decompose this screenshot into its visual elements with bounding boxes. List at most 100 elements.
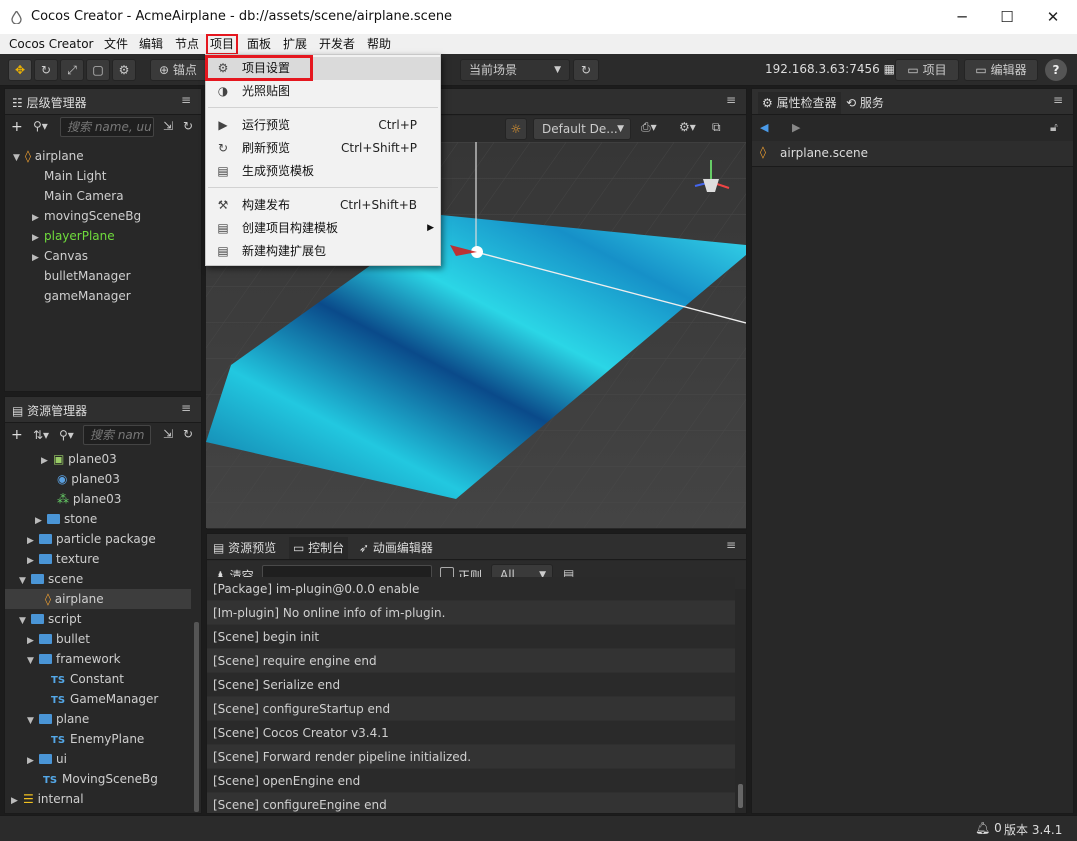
menu-edit[interactable]: 编辑 [137,36,165,53]
menu-item-build[interactable]: ⚒ 构建发布 Ctrl+Shift+B [206,194,440,217]
tab-animation-editor[interactable]: ➶ 动画编辑器 [359,539,433,557]
asset-plane03-material[interactable]: ◉ plane03 [5,469,201,489]
hierarchy-search-input[interactable]: 搜索 name, uu [60,117,154,137]
collapse-all-icon[interactable]: ⇲ [163,119,173,133]
refresh-icon[interactable]: ↻ [573,59,599,81]
notification-count[interactable]: 🔔︎ 0 [975,821,1002,835]
asset-script-enemyplane[interactable]: TS EnemyPlane [5,729,201,749]
sort-icon[interactable]: ⇅▾ [33,428,49,442]
asset-folder-particle-package[interactable]: ▶ particle package [5,529,201,549]
asset-folder-bullet[interactable]: ▶ bullet [5,629,201,649]
rect-tool-icon[interactable]: ▢ [86,59,110,81]
tree-node-bulletmanager[interactable]: bulletManager [5,266,201,286]
maximize-button[interactable]: ☐ [984,6,1030,30]
panel-menu-icon[interactable]: ≡ [726,538,736,552]
panel-menu-icon[interactable]: ≡ [181,93,191,107]
assets-scrollbar[interactable] [194,622,199,812]
menu-item-refresh-preview[interactable]: ↻ 刷新预览 Ctrl+Shift+P [206,137,440,160]
assets-icon: ▤ [12,404,24,418]
arrow-right-icon: ▶ [11,796,18,806]
camera-select[interactable]: Default De... ▼ [533,118,631,140]
inspector-file-name: airplane.scene [780,146,868,160]
tab-console[interactable]: ▭ 控制台 [289,537,349,559]
panel-menu-icon[interactable]: ≡ [1053,93,1063,107]
asset-script-gamemanager[interactable]: TS GameManager [5,689,201,709]
gizmo-camera-icon[interactable]: ⎙▾ [641,120,657,135]
asset-folder-ui[interactable]: ▶ ui [5,749,201,769]
move-tool-icon[interactable]: ✥ [8,59,32,81]
lighting-toggle-icon[interactable]: ☼ [505,118,527,140]
refresh-icon[interactable]: ↻ [183,119,193,133]
menu-item-new-build-extension[interactable]: ▤ 新建构建扩展包 [206,240,440,263]
tree-node-canvas[interactable]: ▶ Canvas [5,246,201,266]
menu-item-generate-preview-template[interactable]: ▤ 生成预览模板 [206,160,440,183]
menu-developer[interactable]: 开发者 [317,36,357,53]
menu-cocos-creator[interactable]: Cocos Creator [7,36,96,53]
folder-icon [39,554,52,564]
asset-folder-scene[interactable]: ▼ scene [5,569,201,589]
forward-arrow-icon[interactable]: ▶ [792,121,800,134]
lock-icon[interactable]: 🔓︎ [1050,120,1058,135]
tree-node-main-light[interactable]: Main Light [5,166,201,186]
arrow-right-icon: ▶ [27,756,34,766]
camera-select-value: Default De... [542,122,618,136]
asset-folder-texture[interactable]: ▶ texture [5,549,201,569]
transform-settings-icon[interactable]: ⚙ [112,59,136,81]
console-icon: ▭ [293,541,305,555]
document-icon: ▤ [217,221,229,235]
tree-node-main-camera[interactable]: Main Camera [5,186,201,206]
asset-folder-script[interactable]: ▼ script [5,609,201,629]
console-scrollbar[interactable] [738,784,743,808]
tab-asset-preview[interactable]: ▤ 资源预览 [213,539,276,557]
open-project-button[interactable]: ▭ 项目 [895,59,959,81]
menu-item-lightmap[interactable]: ◑ 光照贴图 [206,80,440,103]
refresh-icon[interactable]: ↻ [183,427,193,441]
arrow-down-icon: ▼ [13,153,20,163]
asset-script-movingscenebg[interactable]: TS MovingSceneBg [5,769,201,789]
pivot-button[interactable]: ⊕ 锚点 [150,59,208,81]
assets-search-input[interactable]: 搜索 nam [83,425,151,445]
tree-node-gamemanager[interactable]: gameManager [5,286,201,306]
asset-folder-framework[interactable]: ▼ framework [5,649,201,669]
scale-tool-icon[interactable]: ⤢ [60,59,84,81]
menu-item-create-build-template[interactable]: ▤ 创建项目构建模板 ▶ [206,217,440,240]
help-icon[interactable]: ? [1045,59,1067,81]
view-mode-icon[interactable]: ⧉ [712,120,721,135]
asset-db-internal[interactable]: ▶ ☰ internal [5,789,201,809]
menu-file[interactable]: 文件 [102,36,130,53]
menu-node[interactable]: 节点 [173,36,201,53]
arrow-right-icon: ▶ [41,456,48,466]
asset-script-constant[interactable]: TS Constant [5,669,201,689]
back-arrow-icon[interactable]: ◀ [760,121,768,134]
asset-scene-airplane[interactable]: ◊ airplane [5,589,191,609]
minimize-button[interactable]: ─ [939,6,985,30]
collapse-all-icon[interactable]: ⇲ [163,427,173,441]
asset-plane03-mesh[interactable]: ▶ ▣ plane03 [5,449,201,469]
search-icon[interactable]: ⚲▾ [33,119,48,133]
add-node-icon[interactable]: + [11,119,23,135]
panel-menu-icon[interactable]: ≡ [726,93,736,107]
node-label: playerPlane [44,229,115,243]
menu-extension[interactable]: 扩展 [281,36,309,53]
rotate-tool-icon[interactable]: ↻ [34,59,58,81]
search-icon[interactable]: ⚲▾ [59,428,74,442]
tab-services[interactable]: ⟲ 服务 [846,94,884,112]
panel-menu-icon[interactable]: ≡ [181,401,191,415]
asset-folder-stone[interactable]: ▶ stone [5,509,201,529]
menu-panel[interactable]: 面板 [245,36,273,53]
menu-item-run-preview[interactable]: ▶ 运行预览 Ctrl+P [206,114,440,137]
add-asset-icon[interactable]: + [11,427,23,443]
tab-inspector[interactable]: ⚙ 属性检查器 [758,92,841,114]
tree-node-airplane[interactable]: ▼ ◊ airplane [5,146,201,166]
asset-plane03-prefab[interactable]: ⁂ plane03 [5,489,201,509]
asset-label: stone [64,512,98,526]
tree-node-playerplane[interactable]: ▶ playerPlane [5,226,201,246]
close-button[interactable]: ✕ [1030,6,1076,30]
scene-select[interactable]: 当前场景 ▼ [460,59,570,81]
menu-help[interactable]: 帮助 [365,36,393,53]
tree-node-movingscenebg[interactable]: ▶ movingSceneBg [5,206,201,226]
asset-folder-plane[interactable]: ▼ plane [5,709,201,729]
scene-settings-icon[interactable]: ⚙▾ [679,120,696,134]
open-editor-button[interactable]: ▭ 编辑器 [964,59,1038,81]
menu-project[interactable]: 项目 [205,34,239,55]
